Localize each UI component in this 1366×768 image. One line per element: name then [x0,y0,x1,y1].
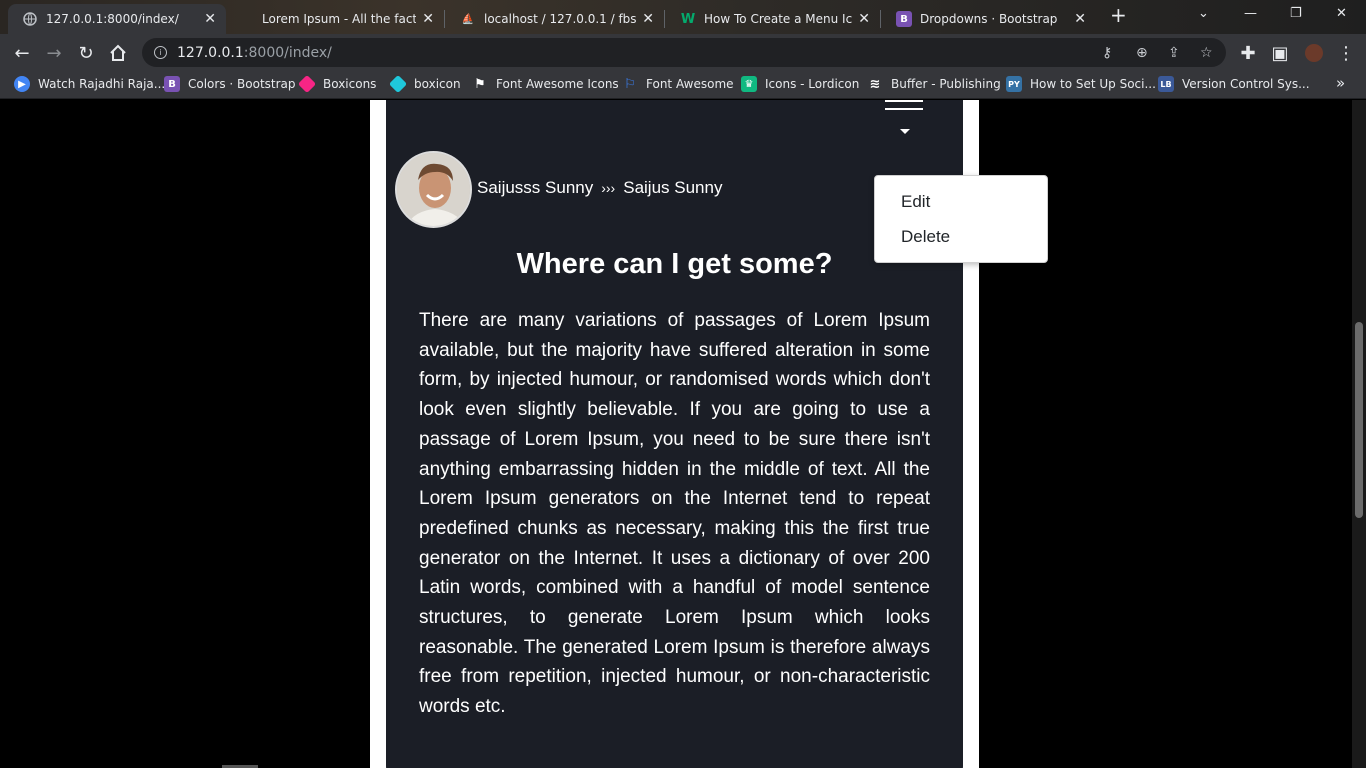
flag-icon: ⚑ [474,76,486,92]
bookmark-label: Boxicons [323,77,377,91]
site-info-icon[interactable]: i [154,46,167,59]
w3schools-icon: W [680,11,696,27]
author-name[interactable]: Saijusss Sunny [477,178,593,197]
bookmark-item[interactable]: ⚐ Font Awesome [622,76,734,92]
bookmark-item[interactable]: B Colors · Bootstrap [164,76,296,92]
bookmark-label: Watch Rajadhi Raja... [38,77,166,91]
back-icon[interactable]: ← [10,41,34,65]
close-window-icon[interactable]: ✕ [1336,6,1347,21]
key-icon[interactable]: ⚷ [1102,45,1112,61]
bookmark-label: Colors · Bootstrap [188,77,296,91]
new-tab-button[interactable]: + [1110,3,1127,27]
vertical-scrollbar[interactable] [1352,100,1366,768]
tab-divider [664,10,665,28]
avatar [395,151,472,228]
close-tab-icon[interactable]: ✕ [422,11,434,27]
tab-lorem[interactable]: Lorem Ipsum - All the facts - ✕ [236,4,444,34]
close-tab-icon[interactable]: ✕ [642,11,654,27]
bookmark-item[interactable]: LB Version Control Sys... [1158,76,1310,92]
tab-divider [444,10,445,28]
bookmarks-bar: ▶ Watch Rajadhi Raja... B Colors · Boots… [0,71,1366,99]
bookmark-item[interactable]: boxicon [388,74,461,94]
boxicons-icon [297,74,317,94]
bookmark-item[interactable]: ▶ Watch Rajadhi Raja... [14,76,165,92]
bookmark-item[interactable]: ♛ Icons - Lordicon [741,76,859,92]
zoom-icon[interactable]: ⊕ [1136,45,1148,61]
flag-outline-icon: ⚐ [624,76,636,92]
tab-title: 127.0.0.1:8000/index/ [46,12,179,26]
tab-bootstrap[interactable]: B Dropdowns · Bootstrap ✕ [882,4,1096,34]
delete-menu-item[interactable]: Delete [901,227,950,247]
boxicons-icon [388,74,408,94]
address-bar[interactable]: i 127.0.0.1:8000/index/ ⚷ ⊕ ⇪ ☆ [142,38,1226,67]
tab-phpmyadmin[interactable]: ⛵ localhost / 127.0.0.1 / fbs / ap ✕ [446,4,664,34]
minimize-icon[interactable]: — [1244,6,1257,21]
buffer-icon: ≋ [869,76,881,92]
bookmark-label: Font Awesome Icons [496,77,619,91]
phpmyadmin-icon: ⛵ [461,13,475,25]
python-icon: PY [1006,76,1022,92]
bookmark-label: Font Awesome [646,77,734,91]
close-tab-icon[interactable]: ✕ [204,11,216,27]
menu-bar [885,108,923,110]
bookmark-label: Buffer - Publishing [891,77,1001,91]
restore-icon[interactable]: ❐ [1290,6,1302,21]
forward-icon[interactable]: → [42,41,66,65]
globe-icon [22,11,38,27]
tab-w3schools[interactable]: W How To Create a Menu Icon ✕ [666,4,880,34]
tab-title: Dropdowns · Bootstrap [920,12,1058,26]
tab-divider [880,10,881,28]
profile-avatar[interactable] [1302,41,1326,65]
bookmark-item[interactable]: ⚑ Font Awesome Icons [472,76,619,92]
edit-menu-item[interactable]: Edit [901,192,930,212]
breadcrumb-separator: ››› [601,180,616,196]
post-body: There are many variations of passages of… [419,310,930,718]
close-tab-icon[interactable]: ✕ [858,11,870,27]
play-icon: ▶ [14,76,30,92]
bootstrap-icon: B [164,76,180,92]
menu-bar [885,100,923,102]
bootstrap-icon: B [896,11,912,27]
share-icon[interactable]: ⇪ [1168,45,1180,61]
page-viewport: Saijusss Sunny ››› Saijus Sunny Where can … [0,100,1352,768]
bookmark-label: Version Control Sys... [1182,77,1310,91]
bookmark-label: How to Set Up Soci... [1030,77,1156,91]
dropdown-menu: Edit Delete [874,175,1048,263]
scrollbar-thumb[interactable] [1355,322,1363,518]
tab-title: localhost / 127.0.0.1 / fbs / ap [484,12,637,26]
star-icon[interactable]: ☆ [1200,45,1213,61]
bookmark-label: Icons - Lordicon [765,77,860,91]
bookmark-label: boxicon [414,77,461,91]
tab-strip: 127.0.0.1:8000/index/ ✕ Lorem Ipsum - Al… [0,0,1366,34]
home-icon[interactable] [106,41,130,65]
side-panel-icon[interactable]: ▣ [1268,41,1292,65]
bookmark-item[interactable]: Boxicons [297,74,377,94]
tab-title: How To Create a Menu Icon [704,12,853,26]
tab-index[interactable]: 127.0.0.1:8000/index/ ✕ [8,4,226,34]
vcs-icon: LB [1158,76,1174,92]
hamburger-menu-icon[interactable] [885,100,925,142]
more-bookmarks-icon[interactable]: » [1336,74,1345,92]
menu-dots-icon[interactable]: ⋮ [1334,41,1358,65]
bookmark-item[interactable]: PY How to Set Up Soci... [1006,76,1156,92]
browser-toolbar: ← → ↻ i 127.0.0.1:8000/index/ ⚷ ⊕ ⇪ ☆ ✚ … [0,34,1366,71]
tab-title: Lorem Ipsum - All the facts - [262,12,417,26]
caret-down-icon [900,129,910,134]
reload-icon[interactable]: ↻ [74,41,98,65]
tab-search-icon[interactable]: ⌄ [1198,6,1209,21]
extensions-icon[interactable]: ✚ [1236,41,1260,65]
author-line: Saijusss Sunny ››› Saijus Sunny [477,178,722,198]
author-username[interactable]: Saijus Sunny [623,178,722,197]
lordicon-icon: ♛ [741,76,757,92]
close-tab-icon[interactable]: ✕ [1074,11,1086,27]
bookmark-item[interactable]: ≋ Buffer - Publishing [867,76,1001,92]
url-text: 127.0.0.1:8000/index/ [177,44,332,61]
